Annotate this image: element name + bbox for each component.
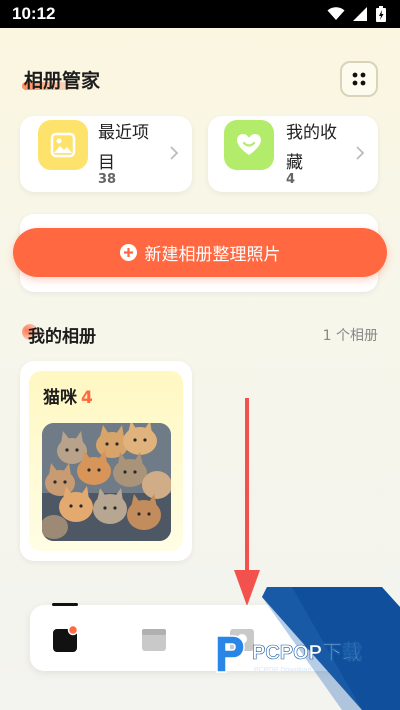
page-title: 相册管家 [24, 70, 101, 92]
pcpop-watermark: PCPOP下载 PCPOP Download [216, 635, 362, 674]
signal-icon [353, 7, 367, 21]
cats-photo [42, 423, 171, 541]
recent-items-count: 38 [98, 172, 117, 187]
album-photo-count: 4 [81, 388, 93, 408]
album-card[interactable]: 猫咪 4 [20, 361, 192, 561]
album-count-label: 1 个相册 [322, 328, 378, 344]
album-title: 猫咪 [43, 388, 77, 408]
status-bar: 10:12 [0, 0, 400, 28]
watermark-brand: PCPOP下载 [252, 640, 362, 664]
battery-icon [376, 6, 386, 22]
recent-items-label: 最近项目 [98, 123, 149, 173]
nav-home-tab[interactable] [52, 624, 82, 655]
recent-items-card[interactable]: 最近项目 38 [20, 116, 192, 192]
create-album-label: 新建相册整理照片 [144, 245, 281, 265]
watermark-sub: PCPOP Download [254, 667, 312, 674]
home-icon [53, 624, 79, 652]
favorites-label: 我的收藏 [286, 123, 337, 173]
my-albums-title: 我的相册 [28, 327, 96, 347]
menu-button[interactable] [340, 61, 378, 97]
nav-albums-tab[interactable] [140, 625, 170, 655]
image-icon [50, 132, 76, 158]
grid-dots-icon [352, 72, 366, 86]
red-arrow-annotation [234, 398, 260, 606]
chevron-right-icon [170, 146, 178, 160]
heart-icon [237, 134, 261, 155]
status-icons [327, 6, 386, 22]
active-tab-indicator [52, 603, 78, 606]
album-name: 猫咪 4 [43, 383, 93, 408]
status-time: 10:12 [12, 4, 56, 23]
favorites-card[interactable]: 我的收藏 4 [208, 116, 378, 192]
chevron-right-icon [356, 146, 364, 160]
create-album-button[interactable]: 新建相册整理照片 [13, 228, 387, 277]
favorites-icon-tile [224, 120, 274, 170]
favorites-count: 4 [286, 172, 296, 187]
recent-icon-tile [38, 120, 88, 170]
plus-circle-icon [119, 244, 137, 261]
album-icon [142, 629, 166, 651]
wifi-icon [327, 7, 345, 20]
album-card-inner: 猫咪 4 [29, 371, 183, 551]
album-thumbnail [42, 423, 171, 541]
